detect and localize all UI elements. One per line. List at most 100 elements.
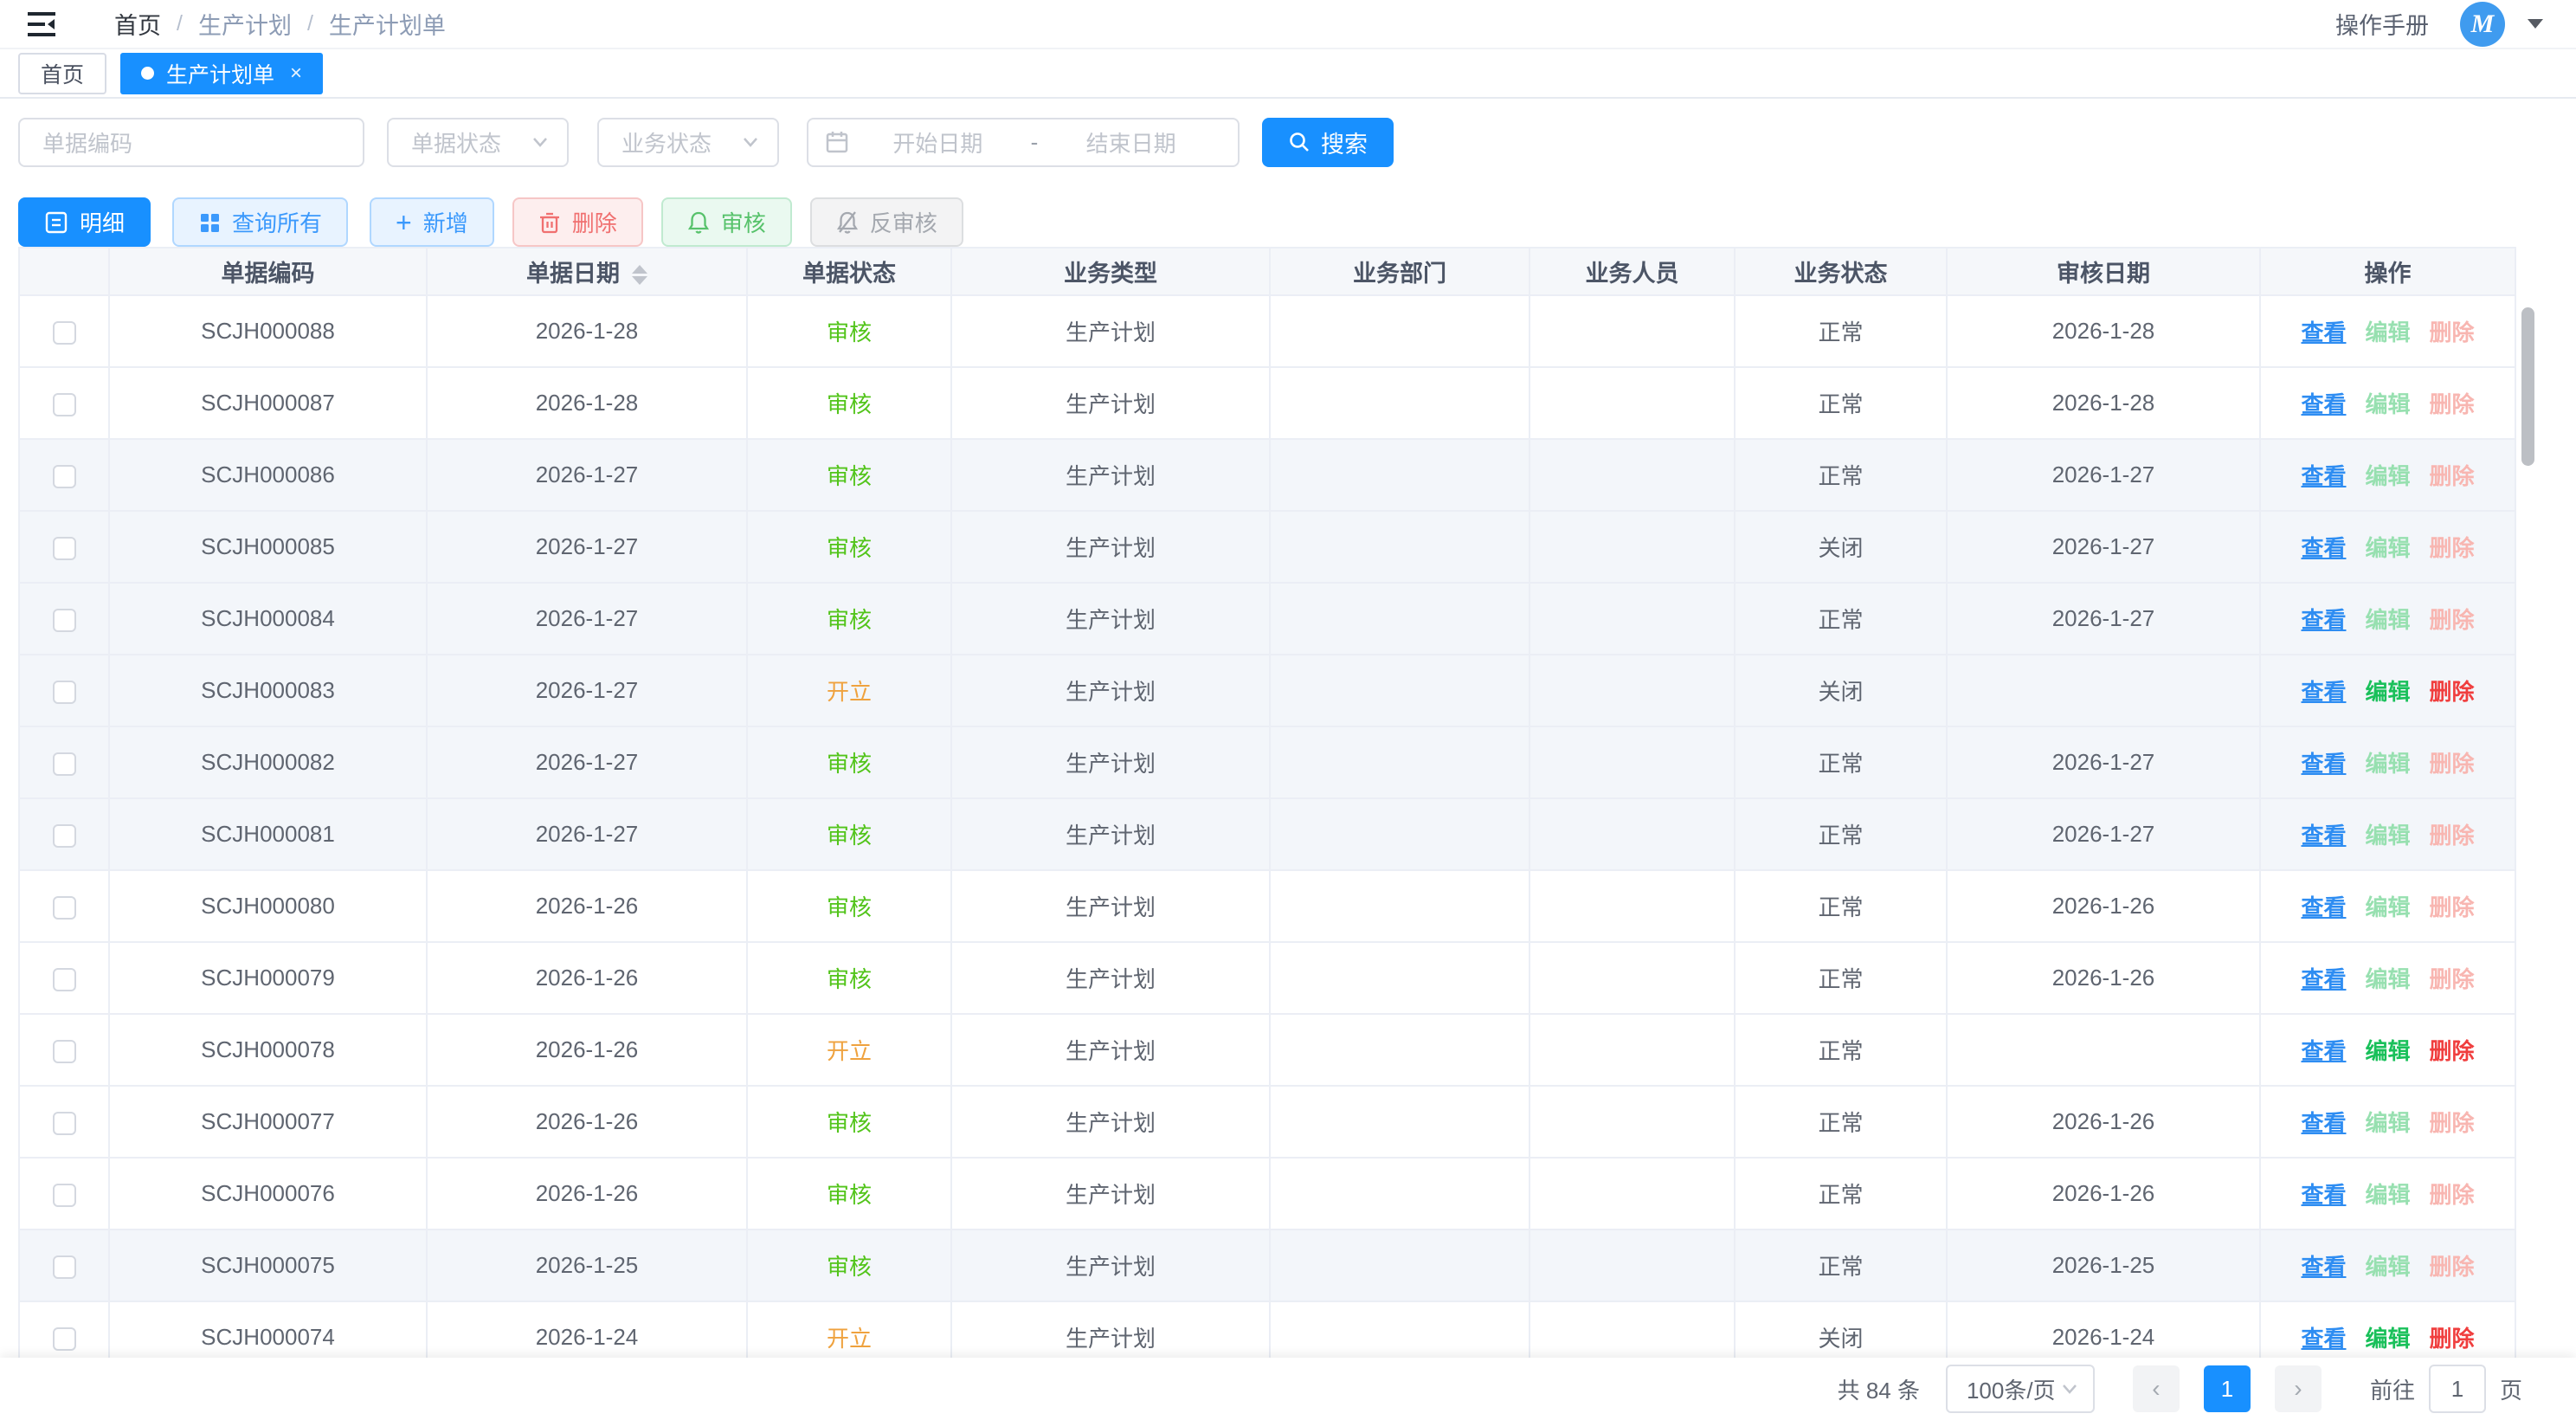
row-checkbox[interactable] bbox=[53, 824, 76, 848]
tab-close-icon[interactable]: × bbox=[290, 63, 302, 84]
row-checkbox[interactable] bbox=[53, 393, 76, 416]
add-button[interactable]: + 新增 bbox=[370, 197, 494, 247]
row-checkbox[interactable] bbox=[53, 681, 76, 704]
delete-button[interactable]: 删除 bbox=[512, 197, 643, 247]
tab-production-plan[interactable]: 生产计划单 × bbox=[120, 53, 323, 94]
user-menu-caret-icon[interactable] bbox=[2528, 19, 2543, 29]
view-link[interactable]: 查看 bbox=[2301, 679, 2346, 705]
row-checkbox[interactable] bbox=[53, 752, 76, 776]
code-search-input[interactable]: 单据编码 bbox=[18, 118, 364, 167]
vertical-scrollbar[interactable] bbox=[2521, 307, 2534, 466]
delete-link[interactable]: 删除 bbox=[2430, 391, 2475, 417]
view-link[interactable]: 查看 bbox=[2301, 1326, 2346, 1352]
end-date-input[interactable]: 结束日期 bbox=[1041, 126, 1220, 158]
view-link[interactable]: 查看 bbox=[2301, 751, 2346, 777]
edit-link[interactable]: 编辑 bbox=[2365, 1038, 2410, 1064]
prev-page-button[interactable]: ‹ bbox=[2133, 1365, 2180, 1412]
view-link[interactable]: 查看 bbox=[2301, 1038, 2346, 1064]
manual-link[interactable]: 操作手册 bbox=[2335, 7, 2429, 41]
row-checkbox[interactable] bbox=[53, 1040, 76, 1063]
delete-link[interactable]: 删除 bbox=[2430, 463, 2475, 489]
doc-status-select[interactable]: 单据状态 bbox=[387, 118, 569, 167]
search-button[interactable]: 搜索 bbox=[1262, 118, 1394, 167]
row-checkbox[interactable] bbox=[53, 1327, 76, 1351]
edit-link[interactable]: 编辑 bbox=[2365, 679, 2410, 705]
breadcrumb-home[interactable]: 首页 bbox=[114, 7, 161, 41]
delete-link[interactable]: 删除 bbox=[2430, 1110, 2475, 1136]
delete-link[interactable]: 删除 bbox=[2430, 679, 2475, 705]
delete-link[interactable]: 删除 bbox=[2430, 966, 2475, 992]
edit-link[interactable]: 编辑 bbox=[2365, 751, 2410, 777]
cell-actions: 查看编辑删除 bbox=[2260, 1230, 2515, 1301]
view-link[interactable]: 查看 bbox=[2301, 607, 2346, 633]
delete-link[interactable]: 删除 bbox=[2430, 320, 2475, 345]
header-date[interactable]: 单据日期 bbox=[427, 248, 747, 295]
edit-link[interactable]: 编辑 bbox=[2365, 391, 2410, 417]
goto-page-input[interactable] bbox=[2429, 1365, 2486, 1413]
view-link[interactable]: 查看 bbox=[2301, 320, 2346, 345]
view-link[interactable]: 查看 bbox=[2301, 1110, 2346, 1136]
view-link[interactable]: 查看 bbox=[2301, 894, 2346, 920]
avatar[interactable]: M bbox=[2460, 2, 2505, 47]
detail-button-label: 明细 bbox=[80, 206, 125, 238]
cell-code: SCJH000077 bbox=[109, 1086, 427, 1158]
row-checkbox[interactable] bbox=[53, 968, 76, 991]
row-checkbox[interactable] bbox=[53, 1112, 76, 1135]
breadcrumb-separator: / bbox=[177, 11, 183, 36]
row-checkbox[interactable] bbox=[53, 537, 76, 560]
row-checkbox[interactable] bbox=[53, 1184, 76, 1207]
breadcrumb-category[interactable]: 生产计划 bbox=[198, 7, 292, 41]
edit-link[interactable]: 编辑 bbox=[2365, 894, 2410, 920]
view-link[interactable]: 查看 bbox=[2301, 966, 2346, 992]
delete-link[interactable]: 删除 bbox=[2430, 535, 2475, 561]
delete-link[interactable]: 删除 bbox=[2430, 1254, 2475, 1280]
view-link[interactable]: 查看 bbox=[2301, 535, 2346, 561]
edit-link[interactable]: 编辑 bbox=[2365, 463, 2410, 489]
table-row: SCJH0000862026-1-27审核生产计划正常2026-1-27查看编辑… bbox=[19, 439, 2515, 511]
delete-link[interactable]: 删除 bbox=[2430, 1182, 2475, 1208]
edit-link[interactable]: 编辑 bbox=[2365, 535, 2410, 561]
row-checkbox[interactable] bbox=[53, 321, 76, 345]
unaudit-button[interactable]: 反审核 bbox=[810, 197, 963, 247]
current-page-button[interactable]: 1 bbox=[2204, 1365, 2251, 1412]
audit-button[interactable]: 审核 bbox=[661, 197, 792, 247]
row-checkbox[interactable] bbox=[53, 609, 76, 632]
edit-link[interactable]: 编辑 bbox=[2365, 1326, 2410, 1352]
view-link[interactable]: 查看 bbox=[2301, 1182, 2346, 1208]
view-link[interactable]: 查看 bbox=[2301, 463, 2346, 489]
delete-link[interactable]: 删除 bbox=[2430, 894, 2475, 920]
view-link[interactable]: 查看 bbox=[2301, 1254, 2346, 1280]
delete-link[interactable]: 删除 bbox=[2430, 607, 2475, 633]
table-body: SCJH0000882026-1-28审核生产计划正常2026-1-28查看编辑… bbox=[19, 295, 2515, 1358]
query-all-button[interactable]: 查询所有 bbox=[172, 197, 348, 247]
row-checkbox[interactable] bbox=[53, 896, 76, 920]
breadcrumb-separator: / bbox=[307, 11, 313, 36]
tab-home[interactable]: 首页 bbox=[18, 53, 106, 94]
edit-link[interactable]: 编辑 bbox=[2365, 1110, 2410, 1136]
delete-link[interactable]: 删除 bbox=[2430, 751, 2475, 777]
date-range-picker[interactable]: 开始日期 - 结束日期 bbox=[807, 118, 1240, 167]
row-checkbox[interactable] bbox=[53, 465, 76, 488]
delete-link[interactable]: 删除 bbox=[2430, 1326, 2475, 1352]
sidebar-collapse-icon[interactable] bbox=[26, 10, 61, 39]
edit-link[interactable]: 编辑 bbox=[2365, 823, 2410, 849]
edit-link[interactable]: 编辑 bbox=[2365, 1182, 2410, 1208]
cell-actions: 查看编辑删除 bbox=[2260, 583, 2515, 655]
edit-link[interactable]: 编辑 bbox=[2365, 966, 2410, 992]
view-link[interactable]: 查看 bbox=[2301, 823, 2346, 849]
delete-link[interactable]: 删除 bbox=[2430, 1038, 2475, 1064]
delete-link[interactable]: 删除 bbox=[2430, 823, 2475, 849]
chevron-down-icon bbox=[531, 132, 550, 152]
row-checkbox[interactable] bbox=[53, 1255, 76, 1279]
bell-slash-icon bbox=[836, 210, 859, 235]
detail-button[interactable]: 明细 bbox=[18, 197, 151, 247]
biz-status-select[interactable]: 业务状态 bbox=[597, 118, 779, 167]
edit-link[interactable]: 编辑 bbox=[2365, 607, 2410, 633]
sort-icon[interactable] bbox=[632, 265, 647, 285]
edit-link[interactable]: 编辑 bbox=[2365, 320, 2410, 345]
edit-link[interactable]: 编辑 bbox=[2365, 1254, 2410, 1280]
view-link[interactable]: 查看 bbox=[2301, 391, 2346, 417]
next-page-button[interactable]: › bbox=[2275, 1365, 2322, 1412]
page-size-select[interactable]: 100条/页 bbox=[1946, 1365, 2095, 1413]
start-date-input[interactable]: 开始日期 bbox=[848, 126, 1027, 158]
